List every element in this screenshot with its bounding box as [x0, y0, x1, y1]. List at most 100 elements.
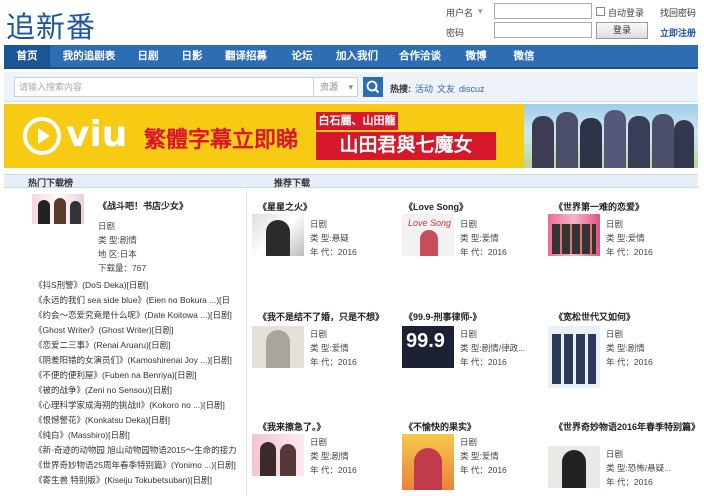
chevron-down-icon: ▾ [348, 82, 353, 92]
nav-wechat[interactable]: 微信 [502, 45, 546, 67]
download-list-item[interactable]: 《恨憾警花》(Konkatsu Deka)[日剧] [34, 414, 170, 426]
download-list-item[interactable]: 《约会～恋爱究竟是什么呢》(Date Koitowa ...)[日剧] [34, 309, 232, 321]
card-genre: 日剧 [460, 219, 478, 229]
banner-brand: viu [66, 114, 128, 155]
card-year: 年 代：2016 [606, 357, 653, 367]
featured-thumbnail[interactable] [32, 194, 84, 224]
column-divider [246, 189, 247, 496]
play-icon [23, 117, 61, 155]
download-list-item[interactable]: 《心理科学家成海朔的挑战II》(Kokoro no ...)[日剧] [34, 399, 225, 411]
nav-join[interactable]: 加入我们 [328, 45, 386, 67]
hot-term[interactable]: discuz [459, 84, 485, 94]
card-thumbnail[interactable] [252, 214, 304, 256]
card-thumbnail[interactable] [548, 326, 600, 388]
card-year: 年 代：2016 [606, 247, 653, 257]
card-genre: 日剧 [310, 437, 328, 447]
remember-checkbox[interactable] [596, 7, 605, 16]
nav-jmovie[interactable]: 日影 [172, 45, 212, 67]
card-title[interactable]: 《Love Song》 [404, 200, 468, 213]
search-type-label: 资源 [320, 82, 339, 92]
card-type: 类 型:恐怖/悬疑... [606, 463, 672, 473]
card-year: 年 代：2016 [310, 465, 357, 475]
forgot-password-link[interactable]: 找回密码 [660, 6, 696, 19]
hot-downloads-heading: 热门下载榜 [28, 178, 74, 188]
card-year: 年 代：2016 [310, 247, 357, 257]
card-thumbnail[interactable] [548, 446, 600, 488]
card-title[interactable]: 《世界第一难的恋爱》 [554, 200, 644, 213]
nav-my-shows[interactable]: 我的追剧表 [52, 45, 126, 67]
download-list-item[interactable]: 《Ghost Writer》(Ghost Writer)[日剧] [34, 324, 173, 336]
login-button[interactable]: 登录 [596, 22, 648, 39]
card-year: 年 代：2016 [460, 357, 507, 367]
username-input[interactable] [494, 3, 592, 19]
remember-label: 自动登录 [608, 8, 645, 18]
hot-search: 热搜: 活动 文友 discuz [390, 82, 485, 95]
viu-ad-banner[interactable]: viu 繁體字幕立即睇 白石麗、山田龍 山田君與七魔女 [4, 104, 698, 168]
search-icon [366, 80, 380, 94]
password-label: 密码 [446, 28, 465, 38]
card-title[interactable]: 《宽松世代又如何》 [554, 310, 635, 323]
site-logo[interactable]: 追新番 [6, 4, 96, 46]
card-thumbnail[interactable]: 99.9 [402, 326, 454, 368]
card-type: 类 型:剧情 [310, 451, 349, 461]
card-type: 类 型:爱情 [606, 233, 645, 243]
card-genre: 日剧 [606, 329, 624, 339]
search-button[interactable] [363, 77, 383, 97]
card-title[interactable]: 《世界奇妙物语2016年春季特别篇》 [554, 420, 700, 433]
card-year: 年 代：2016 [606, 477, 653, 487]
hot-term[interactable]: 文友 [437, 84, 455, 94]
download-list-item[interactable]: 《阴差阳错的女演员们》(Kamoshirenai Joy ...)[日剧] [34, 354, 232, 366]
card-thumbnail[interactable] [252, 326, 304, 368]
nav-jdrama[interactable]: 日剧 [128, 45, 168, 67]
card-genre: 日剧 [606, 219, 624, 229]
download-list-item[interactable]: 《永远的我们 sea side blue》(Eien no Bokura ...… [34, 294, 230, 306]
banner-tagline: 繁體字幕立即睇 [144, 127, 299, 152]
card-title[interactable]: 《不愉快的果实》 [404, 420, 476, 433]
card-title[interactable]: 《我来擦急了。》 [258, 420, 326, 433]
recommended-heading: 推荐下载 [274, 178, 311, 188]
card-genre: 日剧 [310, 219, 328, 229]
username-label: 用户名 [446, 8, 474, 18]
card-thumbnail[interactable]: Love Song [402, 214, 454, 256]
download-list-item[interactable]: 《纯白》(Masshiro)[日剧] [34, 429, 130, 441]
banner-show-title: 山田君與七魔女 [316, 132, 496, 160]
download-list-item[interactable]: 《被的战争》(Zeni no Sensou)[日剧] [34, 384, 172, 396]
card-year: 年 代：2016 [310, 357, 357, 367]
card-type: 类 型:爱情 [460, 451, 499, 461]
card-type: 类 型:剧情 [606, 343, 645, 353]
card-title[interactable]: 《星星之火》 [258, 200, 312, 213]
card-year: 年 代：2016 [460, 247, 507, 257]
card-thumbnail[interactable] [548, 214, 600, 256]
chevron-down-icon[interactable]: ▾ [478, 6, 483, 17]
download-list-item[interactable]: 《寄生兽 特别版》(Kiseiju Tokubetsuban)[日剧] [34, 474, 212, 486]
nav-weibo[interactable]: 微博 [454, 45, 498, 67]
featured-title[interactable]: 《战斗吧！书店少女》 [98, 199, 188, 212]
card-thumbnail[interactable] [252, 434, 304, 476]
nav-home[interactable]: 首页 [4, 45, 50, 67]
banner-cast: 白石麗、山田龍 [316, 112, 398, 130]
card-genre: 日剧 [606, 449, 624, 459]
search-type-select[interactable]: 资源 ▾ [314, 77, 358, 97]
password-input[interactable] [494, 22, 592, 38]
hot-term[interactable]: 活动 [415, 84, 433, 94]
card-type: 类 型:爱情 [460, 233, 499, 243]
hot-search-label: 热搜: [390, 84, 411, 94]
nav-cooperation[interactable]: 合作洽谈 [390, 45, 450, 67]
card-title[interactable]: 《99.9-刑事律师-》 [404, 310, 482, 323]
nav-forum[interactable]: 论坛 [280, 45, 324, 67]
card-thumbnail[interactable] [402, 434, 454, 490]
download-list-item[interactable]: 《新·奇迹的动物园 旭山动物园物语2015～生命的接力 [34, 444, 237, 456]
card-title[interactable]: 《我不是结不了婚，只是不想》 [258, 310, 384, 323]
download-list-item[interactable]: 《抖S刑警》(DoS Deka)[日剧] [34, 279, 148, 291]
card-type: 类 型:剧情/律政... [460, 343, 526, 353]
download-list-item[interactable]: 《不便的便利屋》(Fuben na Benriya)[日剧] [34, 369, 197, 381]
card-type: 类 型:悬疑 [310, 233, 349, 243]
featured-downloads: 下载量：767 [98, 263, 147, 273]
banner-cast-image [524, 104, 698, 168]
register-link[interactable]: 立即注册 [660, 26, 696, 39]
download-list-item[interactable]: 《恋爱二三事》(Renai Aruaru)[日剧] [34, 339, 171, 351]
main-nav: 首页 我的追剧表 日剧 日影 翻译招募 论坛 加入我们 合作洽谈 微博 微信 [4, 45, 698, 69]
download-list-item[interactable]: 《世界奇妙物语25周年春季特别篇》(Yonimo ...)[日剧] [34, 459, 236, 471]
search-input[interactable]: 请输入搜索内容 [14, 77, 314, 97]
nav-recruit[interactable]: 翻译招募 [216, 45, 276, 67]
